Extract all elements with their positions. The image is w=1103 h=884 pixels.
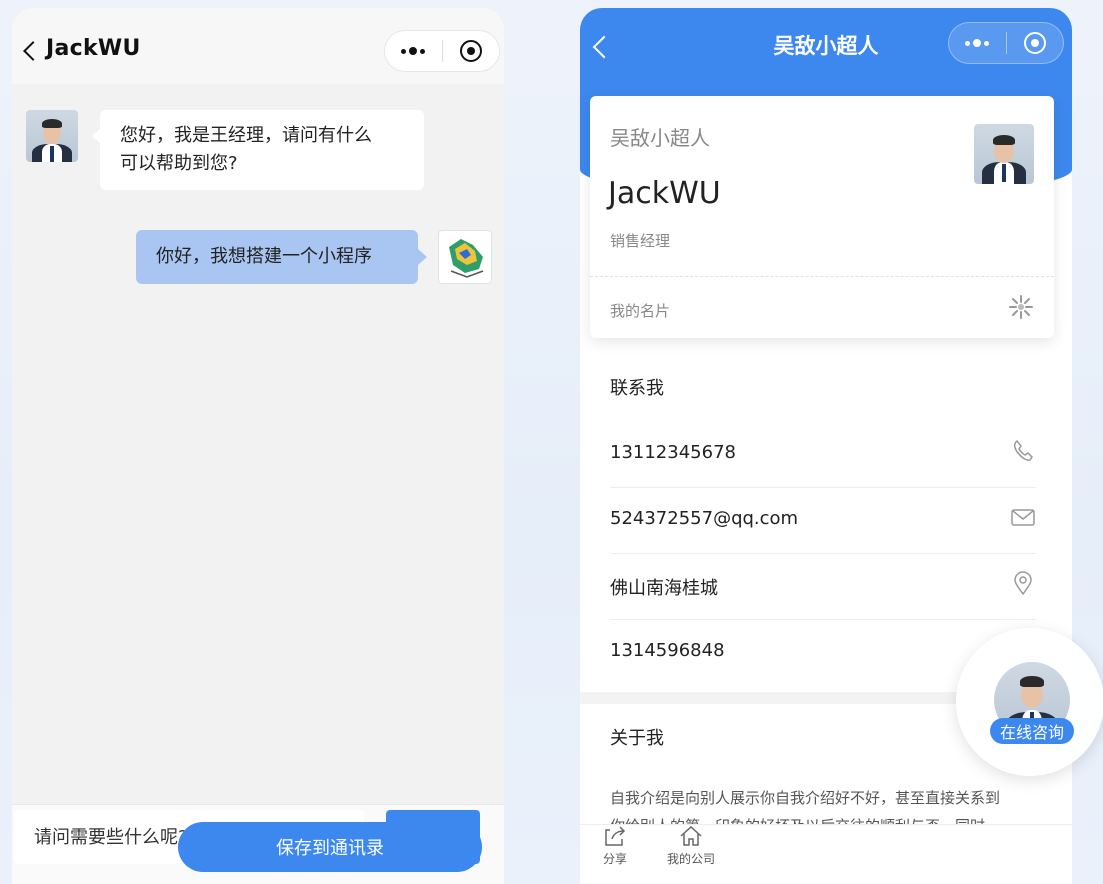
my-company-tab[interactable]: 我的公司 xyxy=(656,824,726,867)
user-message-bubble: 你好，我想搭建一个小程序 xyxy=(136,230,418,284)
chat-screen: JackWU 您好，我是王经理，请问有什么 可以帮助到您? 你好，我想搭建一个小… xyxy=(12,8,504,884)
mail-icon[interactable] xyxy=(1010,504,1036,530)
card-company: 吴敌小超人 xyxy=(610,126,710,150)
close-target-icon[interactable] xyxy=(442,31,499,71)
agent-avatar[interactable] xyxy=(26,110,78,162)
mini-program-capsule xyxy=(384,30,500,72)
online-consult-label[interactable]: 在线咨询 xyxy=(990,718,1074,744)
card-name: JackWU xyxy=(608,176,721,211)
location-icon[interactable] xyxy=(1010,570,1036,596)
more-icon[interactable] xyxy=(949,23,1006,63)
home-icon xyxy=(680,825,702,846)
contact-heading: 联系我 xyxy=(610,378,664,399)
bubble-tail xyxy=(418,249,427,265)
pool-float-icon xyxy=(449,239,484,278)
about-text-line1: 自我介绍是向别人展示你自我介绍好不好，甚至直接关系到 xyxy=(610,789,1001,807)
contact-row-address[interactable]: 佛山南海桂城 xyxy=(610,554,1036,620)
contact-address: 佛山南海桂城 xyxy=(610,578,718,599)
agent-message-line2: 可以帮助到您? xyxy=(120,153,238,174)
back-icon[interactable] xyxy=(23,41,43,61)
contact-row-phone[interactable]: 13112345678 xyxy=(610,422,1036,488)
save-to-contacts-button[interactable]: 保存到通讯录 xyxy=(178,822,482,872)
agent-message-line1: 您好，我是王经理，请问有什么 xyxy=(120,125,372,146)
share-icon xyxy=(605,826,626,846)
about-heading: 关于我 xyxy=(610,728,664,749)
contact-email: 524372557@qq.com xyxy=(610,508,799,529)
user-avatar[interactable] xyxy=(438,230,492,284)
phone-icon[interactable] xyxy=(1010,438,1036,464)
my-company-label: 我的公司 xyxy=(666,852,715,866)
qr-code-icon[interactable] xyxy=(1008,294,1034,320)
agent-message-bubble: 您好，我是王经理，请问有什么 可以帮助到您? xyxy=(100,110,424,190)
my-card-label[interactable]: 我的名片 xyxy=(610,300,670,321)
card-job-title: 销售经理 xyxy=(610,232,671,250)
contact-row-email[interactable]: 524372557@qq.com xyxy=(610,488,1036,554)
card-avatar xyxy=(974,124,1034,184)
contact-phone: 13112345678 xyxy=(610,442,736,463)
mini-program-capsule xyxy=(948,22,1064,64)
business-card: 吴敌小超人 JackWU 销售经理 我的名片 xyxy=(590,96,1054,338)
chat-nav-bar: JackWU xyxy=(12,8,504,84)
card-divider xyxy=(590,276,1054,277)
chat-title: JackWU xyxy=(46,36,141,61)
more-icon[interactable] xyxy=(385,31,442,71)
close-target-icon[interactable] xyxy=(1006,23,1063,63)
share-tab[interactable]: 分享 xyxy=(580,824,650,867)
bottom-bar xyxy=(580,824,1072,884)
contact-qq: 1314596848 xyxy=(610,640,725,661)
share-label: 分享 xyxy=(602,852,627,866)
